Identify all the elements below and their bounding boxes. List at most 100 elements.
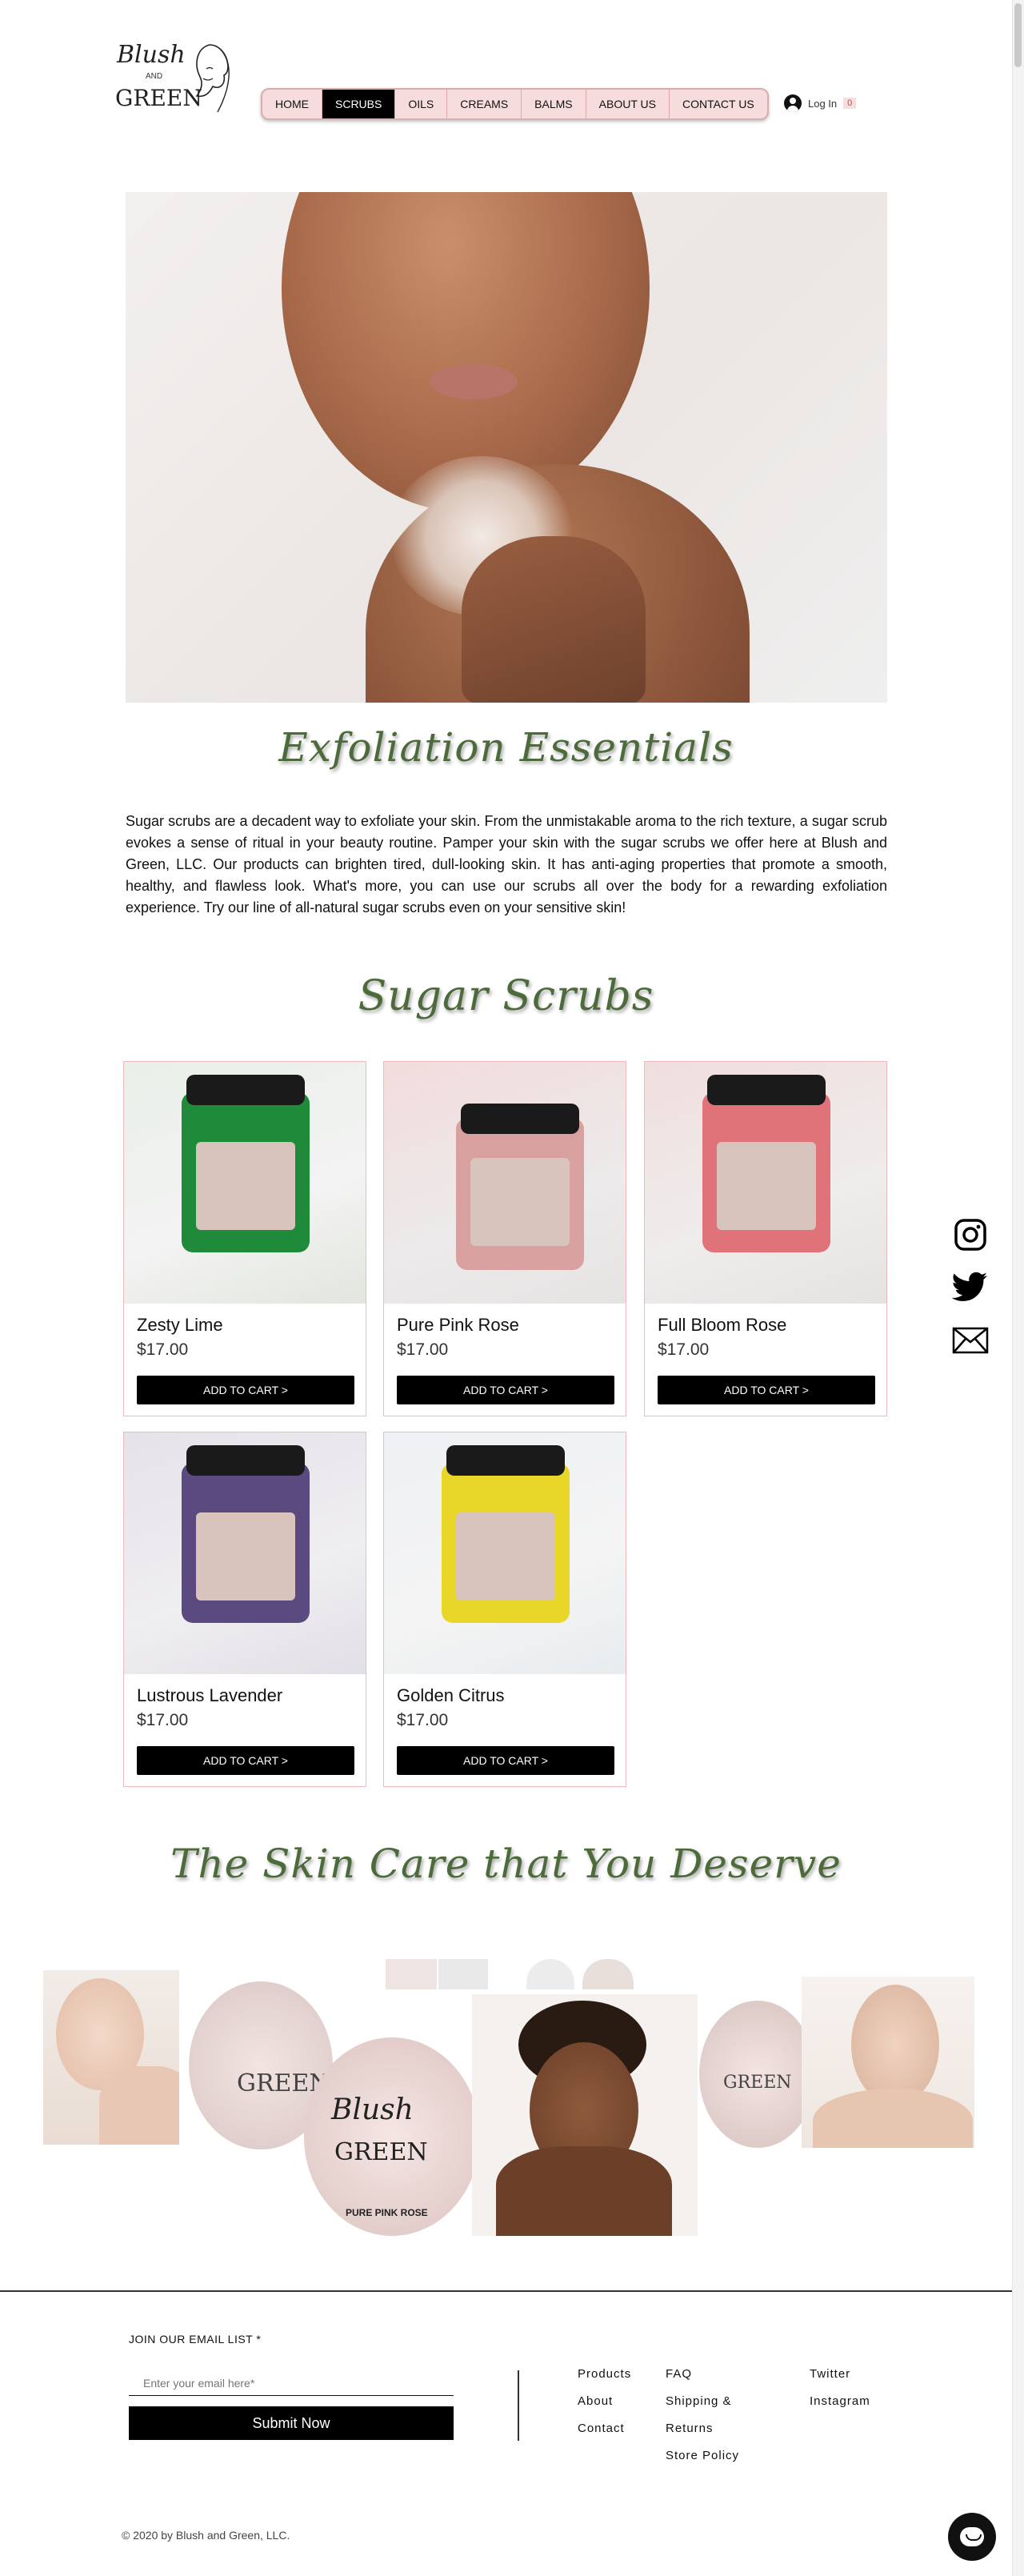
scrollbar-track[interactable] [1012,0,1024,2576]
footer-link-store-policy[interactable]: Store Policy [666,2449,739,2465]
jar-label [196,1512,295,1600]
footer-links-col2: FAQ Shipping & Returns Store Policy [666,2367,739,2465]
gallery-thumb-2[interactable] [438,1959,488,1989]
twitter-icon[interactable] [952,1269,989,1306]
footer-link-faq[interactable]: FAQ [666,2367,739,2383]
instagram-icon[interactable] [952,1216,989,1253]
product-card-pure-pink-rose[interactable]: Pure Pink Rose $17.00 ADD TO CART > [383,1061,626,1416]
mail-icon[interactable] [952,1322,989,1359]
social-bar [952,1216,990,1359]
nav-about-us[interactable]: ABOUT US [586,90,670,118]
add-to-cart-button[interactable]: ADD TO CART > [137,1746,354,1775]
nav-oils[interactable]: OILS [395,90,448,118]
gallery-image-woman-3[interactable] [802,1977,974,2148]
hero-hand [462,536,646,703]
chat-widget-button[interactable] [948,2513,996,2561]
scrollbar-thumb[interactable] [1014,3,1022,67]
copyright-text: © 2020 by Blush and Green, LLC. [122,2529,290,2542]
email-field[interactable] [129,2370,454,2396]
product-name[interactable]: Full Bloom Rose [658,1315,786,1336]
logo-line1: Blush [117,41,186,69]
footer-links-col1: Products About Contact [578,2367,631,2438]
gallery-thumb-1[interactable] [386,1959,437,1989]
footer-link-contact[interactable]: Contact [578,2422,631,2438]
login-label[interactable]: Log In [808,98,837,110]
skin-care-heading: The Skin Care that You Deserve [170,1841,842,1887]
hero-image [126,192,887,703]
footer-link-instagram[interactable]: Instagram [810,2394,870,2410]
hands-shape [813,2089,973,2148]
gallery-jar-caption: PURE PINK ROSE [346,2207,428,2218]
user-icon[interactable] [784,94,802,112]
gallery-thumb-3[interactable] [526,1959,574,1989]
footer-link-products[interactable]: Products [578,2367,631,2383]
nav-balms[interactable]: BALMS [522,90,586,118]
footer-link-shipping[interactable]: Shipping & [666,2394,739,2410]
add-to-cart-button[interactable]: ADD TO CART > [397,1746,614,1775]
gallery-jar-logo: Blush [331,2093,414,2126]
jar-lid [186,1075,305,1105]
product-price: $17.00 [658,1340,710,1359]
nav-contact-us[interactable]: CONTACT US [670,90,767,118]
hero-lips [430,364,518,399]
jar-lid [707,1075,826,1105]
login-area[interactable]: Log In 0 [784,94,857,112]
shoulder-shape [99,2066,179,2145]
brand-logo[interactable]: Blush AND GREEN [112,38,232,118]
footer-link-returns[interactable]: Returns [666,2422,739,2438]
gallery-jar-green: GREEN [334,2138,428,2166]
add-to-cart-button[interactable]: ADD TO CART > [397,1376,614,1404]
email-list-label: JOIN OUR EMAIL LIST * [129,2333,262,2346]
footer-divider-line [0,2290,1012,2292]
gallery-image-logo-circle-2[interactable]: GREEN [699,2001,816,2148]
product-price: $17.00 [137,1711,189,1729]
nav-scrubs[interactable]: SCRUBS [322,90,396,118]
product-price: $17.00 [397,1711,449,1729]
logo-face-icon [195,44,230,113]
jar-lid [461,1104,579,1134]
gallery-image-woman-2[interactable] [472,1994,698,2236]
jar-label [456,1512,555,1600]
exfoliation-heading: Exfoliation Essentials [278,724,734,771]
product-image[interactable] [124,1062,366,1304]
nav-home[interactable]: HOME [262,90,322,118]
gallery-image-jar-lid[interactable]: Blush GREEN PURE PINK ROSE [304,2037,480,2236]
jar-label [717,1142,816,1230]
jar-lid [186,1445,305,1476]
product-name[interactable]: Zesty Lime [137,1315,223,1336]
product-card-golden-citrus[interactable]: Golden Citrus $17.00 ADD TO CART > [383,1432,626,1787]
face-shape [851,1985,939,2105]
product-name[interactable]: Golden Citrus [397,1685,505,1706]
hands-shape [496,2146,672,2236]
product-image[interactable] [384,1432,626,1674]
main-nav: HOME SCRUBS OILS CREAMS BALMS ABOUT US C… [261,88,769,120]
footer-vertical-divider [518,2370,519,2441]
cart-count-badge[interactable]: 0 [843,98,857,109]
gallery-image-woman-1[interactable] [43,1970,179,2145]
add-to-cart-button[interactable]: ADD TO CART > [137,1376,354,1404]
nav-creams[interactable]: CREAMS [447,90,522,118]
intro-paragraph: Sugar scrubs are a decadent way to exfol… [126,813,887,915]
jar-lid [446,1445,565,1476]
add-to-cart-button[interactable]: ADD TO CART > [658,1376,875,1404]
product-image[interactable] [124,1432,366,1674]
product-price: $17.00 [137,1340,189,1359]
product-image[interactable] [384,1062,626,1304]
footer-link-twitter[interactable]: Twitter [810,2367,870,2383]
logo-and: AND [146,72,163,81]
product-name[interactable]: Pure Pink Rose [397,1315,519,1336]
product-card-zesty-lime[interactable]: Zesty Lime $17.00 ADD TO CART > [123,1061,366,1416]
footer-link-about[interactable]: About [578,2394,631,2410]
product-name[interactable]: Lustrous Lavender [137,1685,282,1706]
chat-bubble-icon [960,2527,984,2546]
sugar-scrubs-heading: Sugar Scrubs [358,972,654,1020]
jar-label [470,1158,570,1246]
product-image[interactable] [645,1062,886,1304]
product-card-lustrous-lavender[interactable]: Lustrous Lavender $17.00 ADD TO CART > [123,1432,366,1787]
footer-links-col3: Twitter Instagram [810,2367,870,2410]
submit-button[interactable]: Submit Now [129,2406,454,2440]
product-card-full-bloom-rose[interactable]: Full Bloom Rose $17.00 ADD TO CART > [644,1061,887,1416]
gallery-thumb-4[interactable] [582,1959,634,1989]
jar-label [196,1142,295,1230]
product-price: $17.00 [397,1340,449,1359]
